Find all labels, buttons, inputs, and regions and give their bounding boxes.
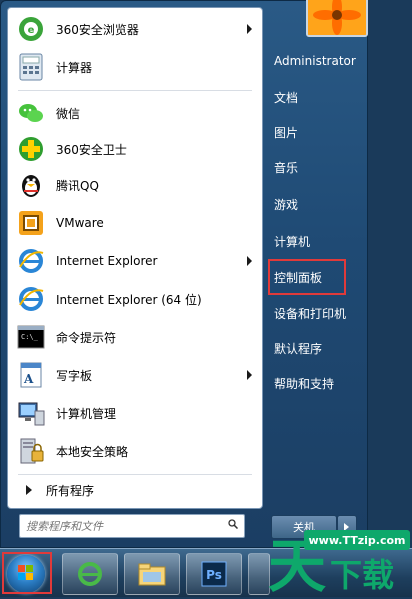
taskbar-photoshop-button[interactable]: Ps	[186, 553, 242, 595]
highlight-box-start-button	[2, 552, 52, 594]
all-programs-label: 所有程序	[46, 483, 95, 498]
taskbar-ie-button[interactable]	[62, 553, 118, 595]
svg-text:Ps: Ps	[206, 568, 222, 582]
pictures-item[interactable]: 图片	[274, 124, 298, 141]
program-label: 微信	[56, 106, 81, 121]
internet-explorer-icon	[16, 284, 46, 314]
games-item[interactable]: 游戏	[274, 196, 298, 213]
qq-penguin-icon	[16, 170, 46, 200]
internet-explorer-icon	[78, 562, 102, 586]
divider	[18, 90, 252, 91]
program-label: 本地安全策略	[56, 444, 129, 459]
internet-explorer-icon	[16, 246, 46, 276]
svg-text:e: e	[28, 25, 35, 36]
program-label: 计算器	[56, 60, 93, 75]
computer-management-icon	[16, 398, 46, 428]
photoshop-icon: Ps	[201, 561, 227, 587]
devices-printers-item[interactable]: 设备和打印机	[274, 305, 346, 322]
watermark-url: www.TTzip.com	[304, 530, 410, 550]
program-label: 写字板	[56, 368, 93, 383]
svg-text:下载: 下载	[330, 556, 394, 594]
program-item-internet-explorer[interactable]: Internet Explorer	[12, 244, 258, 278]
documents-item[interactable]: 文档	[274, 89, 298, 106]
program-item-wechat[interactable]: 微信	[12, 96, 258, 130]
program-item-command-prompt[interactable]: C:\_ 命令提示符	[12, 320, 258, 354]
program-item-local-security-policy[interactable]: 本地安全策略	[12, 434, 258, 468]
search-input[interactable]	[26, 518, 216, 534]
program-label: 腾讯QQ	[56, 178, 99, 193]
program-label: VMware	[56, 216, 104, 230]
submenu-arrow-icon[interactable]	[247, 370, 252, 380]
command-prompt-icon: C:\_	[16, 322, 46, 352]
program-label: 命令提示符	[56, 330, 117, 345]
program-item-360-safeguard[interactable]: 360安全卫士	[12, 132, 258, 166]
program-item-internet-explorer-64[interactable]: Internet Explorer (64 位)	[12, 282, 258, 316]
user-name-item[interactable]: Administrator	[274, 54, 356, 68]
wordpad-icon: A	[16, 360, 46, 390]
divider	[18, 474, 252, 475]
control-panel-item[interactable]: 控制面板	[274, 269, 322, 286]
svg-text:C:\_: C:\_	[21, 333, 39, 341]
user-avatar[interactable]	[306, 0, 368, 37]
expand-arrow-icon	[26, 485, 32, 495]
program-label: Internet Explorer	[56, 254, 158, 268]
program-item-vmware[interactable]: VMware	[12, 206, 258, 240]
help-support-item[interactable]: 帮助和支持	[274, 375, 334, 392]
program-label: Internet Explorer (64 位)	[56, 292, 202, 307]
wechat-icon	[16, 98, 46, 128]
music-item[interactable]: 音乐	[274, 159, 298, 176]
vmware-icon	[16, 208, 46, 238]
computer-item[interactable]: 计算机	[274, 233, 310, 250]
submenu-arrow-icon[interactable]	[247, 24, 252, 34]
program-item-wordpad[interactable]: A 写字板	[12, 358, 258, 392]
360-safeguard-icon	[16, 134, 46, 164]
all-programs-button[interactable]: 所有程序	[12, 478, 258, 502]
program-item-computer-management[interactable]: 计算机管理	[12, 396, 258, 430]
search-icon[interactable]	[228, 519, 238, 529]
taskbar-explorer-button[interactable]	[124, 553, 180, 595]
default-programs-item[interactable]: 默认程序	[274, 340, 322, 357]
360-browser-icon: e	[16, 14, 46, 44]
start-menu: e 360安全浏览器 计算器 微信 360安全卫士 腾讯QQ VMware In…	[0, 0, 368, 548]
program-list-pane: e 360安全浏览器 计算器 微信 360安全卫士 腾讯QQ VMware In…	[7, 7, 263, 509]
program-item-360-browser[interactable]: e 360安全浏览器	[12, 12, 258, 46]
program-item-calculator[interactable]: 计算器	[12, 50, 258, 84]
program-label: 计算机管理	[56, 406, 117, 421]
program-label: 360安全浏览器	[56, 22, 139, 37]
file-explorer-icon	[138, 563, 166, 586]
program-item-qq[interactable]: 腾讯QQ	[12, 168, 258, 202]
submenu-arrow-icon[interactable]	[247, 256, 252, 266]
flower-icon	[308, 0, 366, 35]
svg-text:A: A	[23, 372, 34, 386]
calculator-icon	[16, 52, 46, 82]
search-box[interactable]	[19, 514, 245, 538]
local-security-policy-icon	[16, 436, 46, 466]
program-label: 360安全卫士	[56, 142, 127, 157]
